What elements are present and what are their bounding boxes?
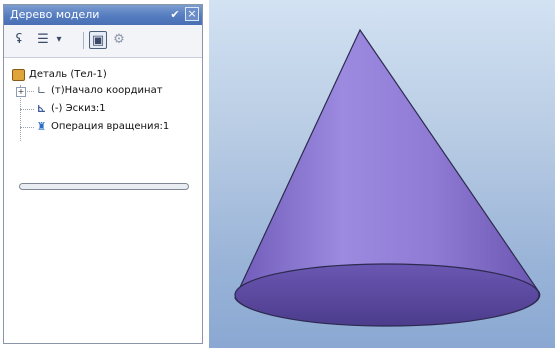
- tree-item-label: Операция вращения:1: [51, 121, 170, 132]
- horizontal-scrollbar[interactable]: [19, 183, 189, 190]
- model-tree-panel: Дерево модели ✔ × ʢ ☰ ▾ ▣ ⚙ Деталь (Тел-…: [3, 4, 203, 344]
- cad-window: Дерево модели ✔ × ʢ ☰ ▾ ▣ ⚙ Деталь (Тел-…: [0, 0, 555, 348]
- toolbar-separator: [83, 32, 84, 49]
- details-icon[interactable]: ▣: [89, 31, 107, 49]
- sketch-icon: ⊾: [36, 102, 47, 115]
- dropdown-arrow-icon[interactable]: ▾: [53, 31, 65, 49]
- tree-item-label: Деталь (Тел-1): [29, 69, 107, 80]
- tree-list-icon[interactable]: ☰: [34, 31, 52, 49]
- part-icon: [12, 69, 25, 81]
- tree-connector: [20, 127, 34, 128]
- pin-icon[interactable]: ✔: [168, 8, 182, 22]
- panel-title: Дерево модели: [10, 8, 100, 21]
- panel-toolbar: ʢ ☰ ▾ ▣ ⚙: [4, 25, 202, 58]
- cone-model: [234, 28, 541, 327]
- close-icon[interactable]: ×: [185, 7, 199, 21]
- cone-base: [234, 263, 540, 327]
- 3d-viewport[interactable]: [209, 0, 555, 348]
- panel-title-bar[interactable]: Дерево модели ✔ ×: [4, 5, 202, 25]
- revolve-icon: ♜: [36, 120, 47, 133]
- tree-item-label: (т)Начало координат: [51, 85, 163, 96]
- origin-icon: ∟: [36, 84, 47, 97]
- expand-icon[interactable]: +: [16, 87, 26, 97]
- properties-icon[interactable]: ⚙: [110, 31, 128, 49]
- tree-connector: [20, 109, 34, 110]
- model-tree: Деталь (Тел-1) + ∟ (т)Начало координат ⊾…: [4, 65, 202, 155]
- tree-item-label: (-) Эскиз:1: [51, 103, 106, 114]
- tree-build-icon[interactable]: ʢ: [10, 31, 28, 49]
